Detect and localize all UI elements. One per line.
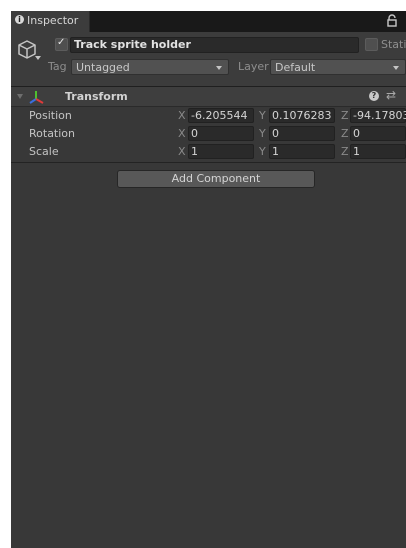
tab-bar: i Inspector: [11, 11, 406, 32]
add-component-button[interactable]: Add Component: [117, 170, 315, 188]
static-checkbox[interactable]: [365, 38, 378, 51]
chevron-down-icon: [393, 66, 399, 70]
scale-y-value: 1: [272, 145, 279, 158]
x-axis-label[interactable]: X: [178, 127, 186, 140]
transform-component-header[interactable]: Transform ? ⇄: [11, 87, 406, 107]
divider: [11, 162, 406, 163]
layer-dropdown[interactable]: Default: [270, 59, 406, 75]
transform-axes-icon: [29, 91, 44, 104]
tag-label: Tag: [48, 60, 67, 73]
info-icon: i: [15, 15, 24, 24]
layer-label: Layer: [238, 60, 269, 73]
rotation-row: Rotation X 0 Y 0 Z 0: [11, 125, 406, 143]
scale-y-field[interactable]: 1: [269, 144, 335, 159]
component-title: Transform: [65, 90, 128, 103]
lock-icon[interactable]: [386, 14, 398, 28]
rotation-z-value: 0: [353, 127, 360, 140]
position-y-value: 0.1076283: [272, 109, 332, 122]
position-y-field[interactable]: 0.1076283: [269, 108, 335, 123]
layer-value: Default: [275, 61, 316, 74]
position-z-field[interactable]: -94.17803: [350, 108, 406, 123]
object-name-field[interactable]: Track sprite holder: [70, 37, 359, 53]
tag-dropdown[interactable]: Untagged: [71, 59, 229, 75]
help-icon[interactable]: ?: [369, 91, 379, 101]
position-x-field[interactable]: -6.205544: [188, 108, 254, 123]
scale-z-value: 1: [353, 145, 360, 158]
settings-icon[interactable]: ⇄: [386, 88, 396, 102]
rotation-x-field[interactable]: 0: [188, 126, 254, 141]
property-label: Rotation: [29, 127, 76, 140]
property-label: Scale: [29, 145, 59, 158]
tag-value: Untagged: [76, 61, 130, 74]
static-label: Static: [381, 38, 406, 51]
tab-inspector[interactable]: i Inspector: [11, 11, 90, 32]
y-axis-label[interactable]: Y: [259, 109, 266, 122]
position-row: Position X -6.205544 Y 0.1076283 Z -94.1…: [11, 107, 406, 125]
z-axis-label[interactable]: Z: [341, 145, 349, 158]
z-axis-label[interactable]: Z: [341, 109, 349, 122]
inspector-panel: i Inspector ✓ Track sprite holder Static…: [11, 11, 406, 548]
rotation-z-field[interactable]: 0: [350, 126, 406, 141]
active-checkbox[interactable]: ✓: [55, 37, 68, 51]
scale-z-field[interactable]: 1: [350, 144, 406, 159]
foldout-arrow-icon[interactable]: [17, 94, 23, 99]
chevron-down-icon: [216, 66, 222, 70]
icon-dropdown-arrow[interactable]: [35, 56, 41, 60]
rotation-y-value: 0: [272, 127, 279, 140]
rotation-y-field[interactable]: 0: [269, 126, 335, 141]
z-axis-label[interactable]: Z: [341, 127, 349, 140]
y-axis-label[interactable]: Y: [259, 145, 266, 158]
x-axis-label[interactable]: X: [178, 109, 186, 122]
cube-icon[interactable]: [17, 39, 37, 61]
checkmark-icon: ✓: [57, 37, 66, 48]
position-z-value: -94.17803: [353, 109, 406, 122]
scale-row: Scale X 1 Y 1 Z 1: [11, 143, 406, 161]
object-name: Track sprite holder: [74, 38, 191, 51]
property-label: Position: [29, 109, 72, 122]
scale-x-value: 1: [191, 145, 198, 158]
rotation-x-value: 0: [191, 127, 198, 140]
scale-x-field[interactable]: 1: [188, 144, 254, 159]
y-axis-label[interactable]: Y: [259, 127, 266, 140]
position-x-value: -6.205544: [191, 109, 248, 122]
gameobject-header: ✓ Track sprite holder Static Tag Untagge…: [11, 32, 406, 86]
tab-label: Inspector: [27, 14, 79, 27]
x-axis-label[interactable]: X: [178, 145, 186, 158]
